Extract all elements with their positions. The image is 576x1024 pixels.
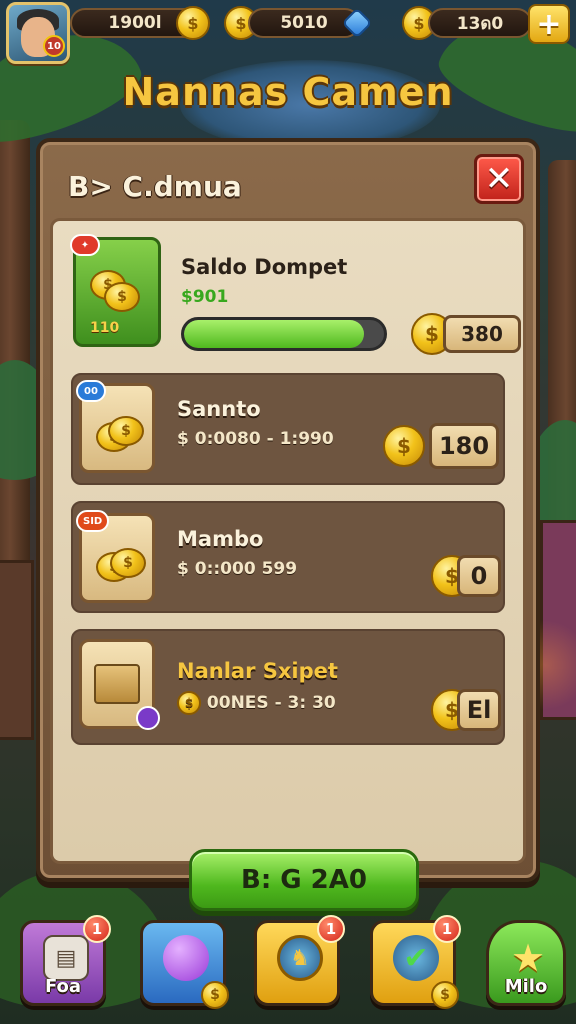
thumbnail-count: 110 xyxy=(90,320,120,336)
player-avatar[interactable]: 10 xyxy=(6,2,70,64)
game-title: Nannas Camen xyxy=(122,70,454,114)
list-item[interactable]: 00 $ $ Sannto $ 0:0080 - 1:990 $ 180 xyxy=(71,373,505,485)
resource-counter-3: 13ด0 xyxy=(428,8,532,38)
list-item[interactable]: Nanlar Sxipet $ 00NES - 3: 30 $ El xyxy=(71,629,505,745)
price-tag[interactable]: 380 xyxy=(443,315,521,353)
buy-button-label: B: G 2A0 xyxy=(241,865,367,895)
nav-item-shield[interactable]: ♞ 1 xyxy=(254,915,345,1006)
chest-icon xyxy=(94,664,140,704)
coin-pile-thumbnail: SID $ $ xyxy=(76,510,155,603)
star-icon: ★ xyxy=(510,936,546,980)
resource-1-value: 1900l xyxy=(108,13,162,33)
top-hud: 10 1900l $ $ 5010 $ 13ด0 + xyxy=(0,0,576,64)
shield-icon: ♞ xyxy=(277,935,323,981)
row-subtitle: $ 0:0080 - 1:990 xyxy=(177,429,334,449)
notification-badge: 1 xyxy=(317,915,345,943)
shop-icon xyxy=(163,935,209,981)
fire-icon: ✦ xyxy=(70,234,100,256)
row-subtitle: $901 xyxy=(181,287,229,307)
resource-2-value: 5010 xyxy=(280,13,328,33)
checkmark-icon: ✔ xyxy=(393,935,439,981)
row-title: Mambo xyxy=(177,527,264,551)
row-subtitle: $ 00NES - 3: 30 xyxy=(177,691,336,715)
price-value: 380 xyxy=(461,322,503,346)
nav-item-star[interactable]: ★ Milo xyxy=(486,920,566,1006)
close-button[interactable]: ✕ xyxy=(474,154,524,204)
shop-panel: B> C.dmua ✕ ✦ $ $ 110 Saldo Dompet $901 … xyxy=(36,138,540,911)
treasure-chest-thumbnail xyxy=(79,639,160,730)
gem-icon xyxy=(341,7,373,39)
bottom-nav: ▤ 1 Foa $ ♞ 1 ✔ 1 $ ★ Milo xyxy=(0,914,576,1024)
tag-badge: 00 xyxy=(76,380,106,402)
row-subtitle: $ 0::000 599 xyxy=(177,559,298,579)
nav-item-quest[interactable]: ✔ 1 $ xyxy=(370,915,461,1009)
coin-icon: $ xyxy=(383,425,425,467)
close-icon: ✕ xyxy=(484,159,514,199)
nav-label: Milo xyxy=(504,976,548,997)
price-tag[interactable]: 0 xyxy=(457,555,501,597)
list-item[interactable]: SID $ $ Mambo $ 0::000 599 $ 0 xyxy=(71,501,505,613)
panel-content: ✦ $ $ 110 Saldo Dompet $901 $ 380 00 $ S… xyxy=(50,218,526,911)
nav-item-book[interactable]: ▤ 1 Foa xyxy=(20,915,111,1006)
row-title: Saldo Dompet xyxy=(181,255,348,279)
coin-icon: $ xyxy=(431,981,459,1009)
level-badge: 10 xyxy=(43,35,65,57)
price-value: 180 xyxy=(438,432,490,460)
resource-3-value: 13ด0 xyxy=(456,13,504,34)
tag-badge: SID xyxy=(76,510,110,532)
add-currency-button[interactable]: + xyxy=(528,4,570,44)
panel-title: B> C.dmua xyxy=(68,170,242,203)
price-tag[interactable]: El xyxy=(457,689,501,731)
price-value: 0 xyxy=(470,562,488,590)
price-tag[interactable]: 180 xyxy=(429,423,499,469)
coin-pile-thumbnail: 00 $ $ xyxy=(76,380,155,473)
plus-icon: + xyxy=(536,6,562,42)
list-item[interactable]: ✦ $ $ 110 Saldo Dompet $901 $ 380 xyxy=(70,233,521,361)
nav-label: Foa xyxy=(44,976,82,997)
row-subtitle-text: 00NES - 3: 30 xyxy=(206,693,336,713)
nav-item-shop[interactable]: $ xyxy=(140,920,229,1009)
buy-button[interactable]: B: G 2A0 xyxy=(189,849,419,911)
panel-header: B> C.dmua ✕ xyxy=(50,152,526,220)
coin-pile-thumbnail: ✦ $ $ 110 xyxy=(70,234,161,347)
notification-badge: 1 xyxy=(433,915,461,943)
wallet-progress-bar xyxy=(181,317,387,351)
row-title: Sannto xyxy=(177,397,261,421)
gem-icon xyxy=(136,706,160,730)
row-title: Nanlar Sxipet xyxy=(177,659,338,683)
book-icon: ▤ xyxy=(43,935,89,981)
gold-nugget-icon: $ xyxy=(176,6,210,40)
price-value: El xyxy=(466,696,492,724)
coin-icon: $ xyxy=(177,691,201,715)
notification-badge: 1 xyxy=(83,915,111,943)
coin-icon: $ xyxy=(201,981,229,1009)
